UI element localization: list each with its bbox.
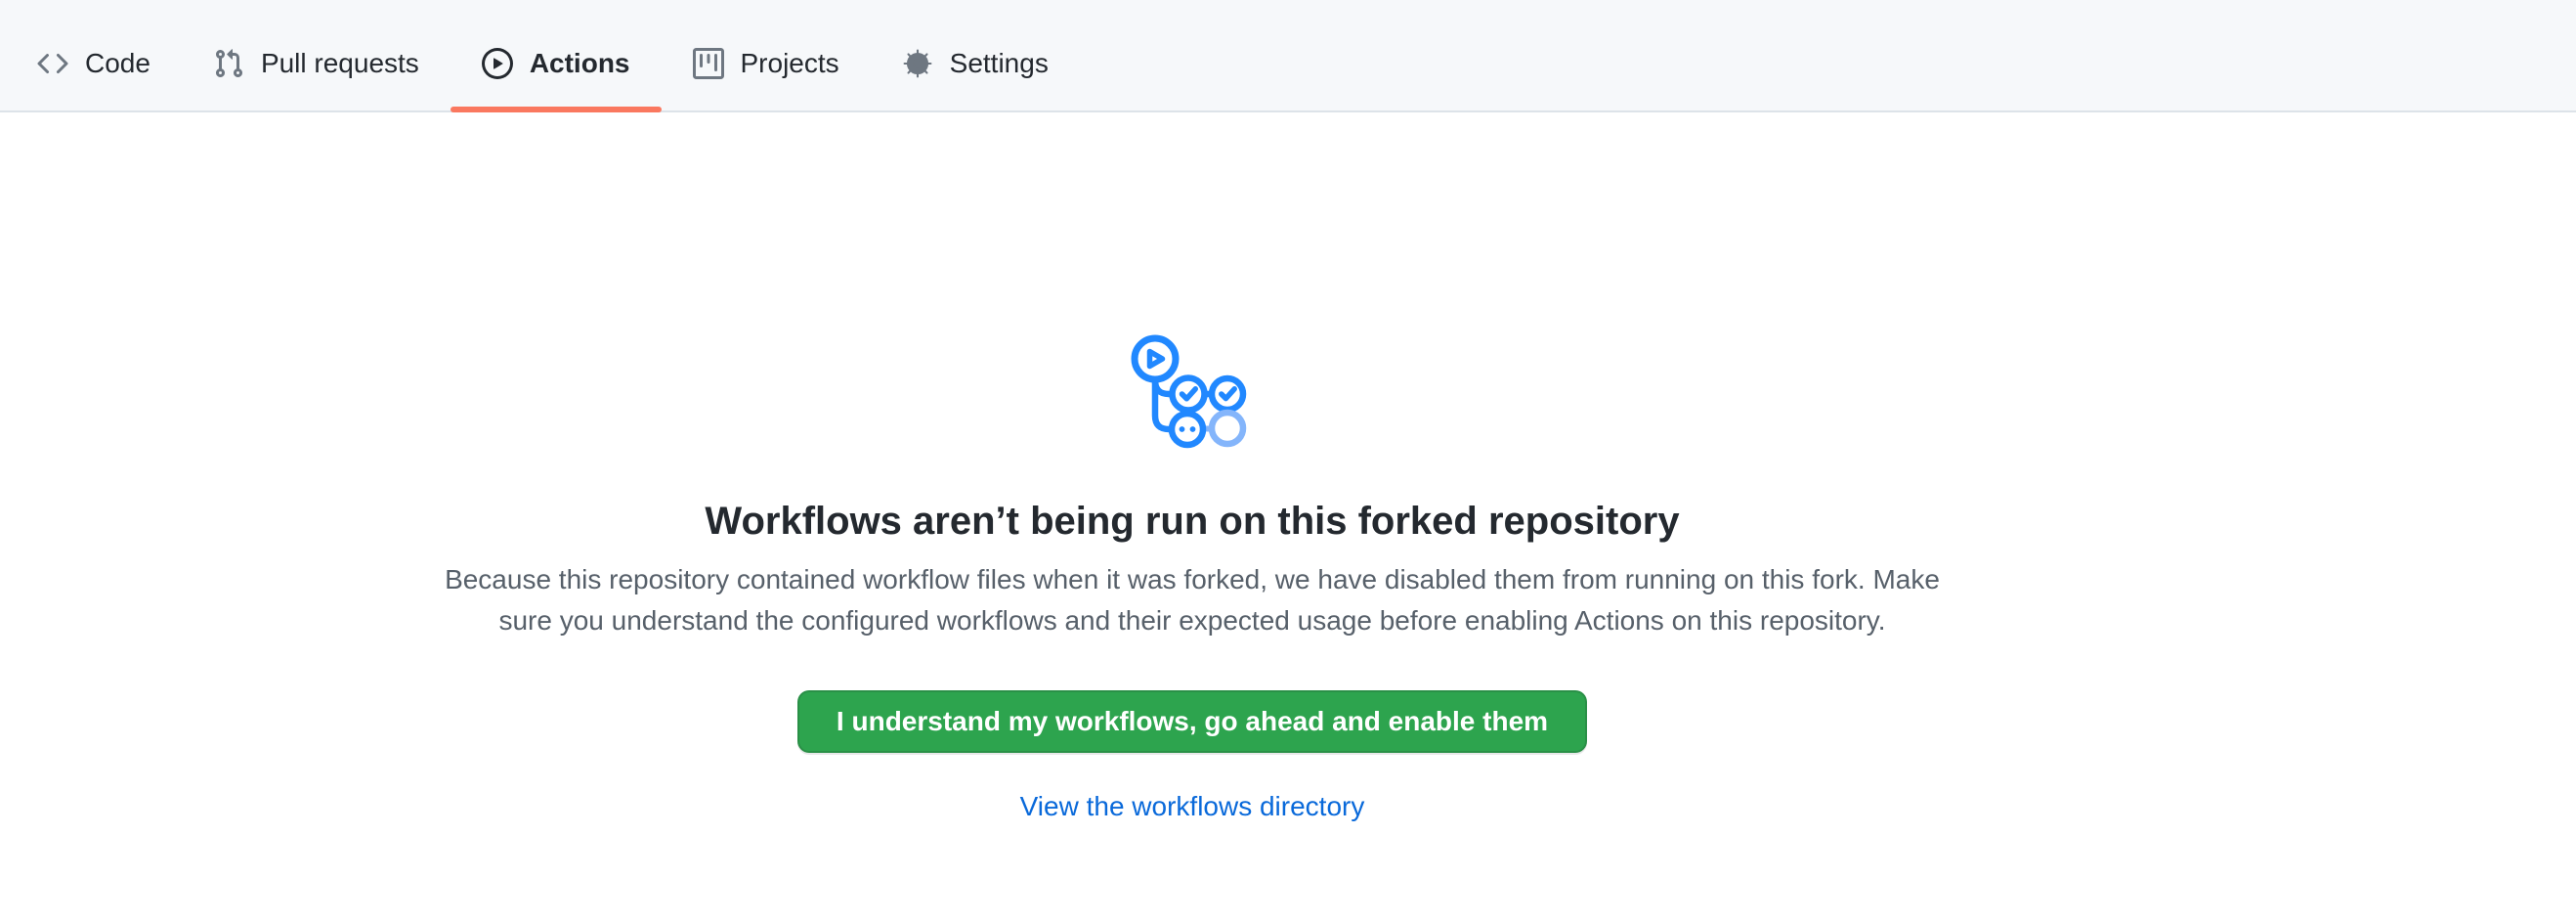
tab-code[interactable]: Code bbox=[6, 16, 182, 110]
actions-page: Code Pull requests Actions Projects bbox=[0, 0, 2576, 923]
description: Because this repository contained workfl… bbox=[410, 559, 1974, 641]
project-board-icon bbox=[693, 48, 724, 79]
workflows-disabled-blankslate: Workflows aren’t being run on this forke… bbox=[410, 328, 1974, 823]
page-title: Workflows aren’t being run on this forke… bbox=[410, 499, 1974, 544]
workflows-directory-link[interactable]: View the workflows directory bbox=[1020, 791, 1365, 821]
description-line: Because this repository contained workfl… bbox=[410, 559, 1974, 600]
tab-label: Code bbox=[85, 48, 150, 79]
play-circle-icon bbox=[482, 48, 513, 79]
code-icon bbox=[37, 48, 68, 79]
tab-projects[interactable]: Projects bbox=[662, 16, 871, 110]
workflow-graph-icon bbox=[1129, 328, 1256, 453]
description-line: sure you understand the configured workf… bbox=[410, 600, 1974, 641]
git-pull-request-icon bbox=[213, 48, 244, 79]
gear-icon bbox=[902, 48, 933, 79]
tab-settings[interactable]: Settings bbox=[871, 16, 1080, 110]
repo-tab-bar: Code Pull requests Actions Projects bbox=[0, 0, 2576, 112]
tab-pull-requests[interactable]: Pull requests bbox=[182, 16, 451, 110]
tab-actions[interactable]: Actions bbox=[451, 16, 662, 110]
enable-workflows-button[interactable]: I understand my workflows, go ahead and … bbox=[797, 690, 1587, 753]
tab-label: Projects bbox=[741, 48, 839, 79]
tab-label: Settings bbox=[950, 48, 1049, 79]
tab-label: Actions bbox=[530, 48, 630, 79]
tab-label: Pull requests bbox=[261, 48, 419, 79]
workflows-link-row: View the workflows directory bbox=[410, 790, 1974, 823]
